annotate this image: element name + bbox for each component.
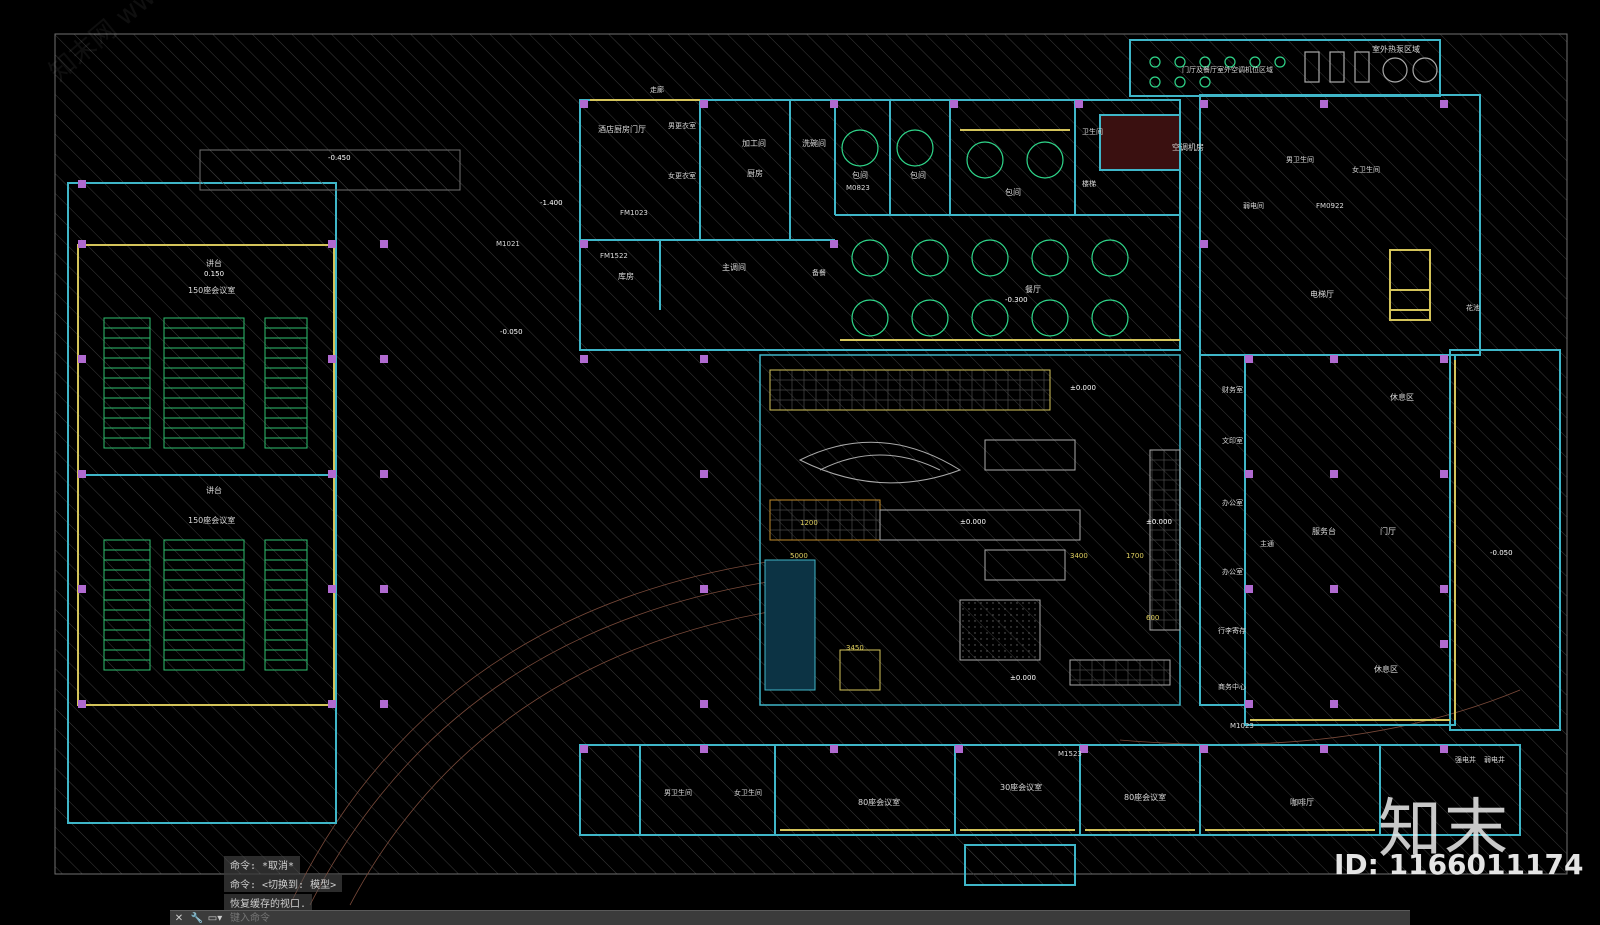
- command-history-line: 恢复缓存的视口.: [224, 894, 313, 911]
- door-tag: M0823: [846, 184, 870, 192]
- room-label: 主通: [1260, 539, 1274, 548]
- room-label: 咖啡厅: [1290, 797, 1314, 807]
- room-label: 库房: [618, 271, 634, 281]
- level-text: -0.050: [1490, 549, 1513, 557]
- dimension-text: 5000: [790, 552, 808, 560]
- room-label: 洗碗间: [802, 138, 826, 148]
- room-label: 弱电井: [1484, 755, 1505, 764]
- room-label: 包间: [852, 170, 868, 180]
- wrench-icon[interactable]: 🔧: [188, 911, 206, 925]
- room-label: 休息区: [1390, 392, 1414, 402]
- room-label: 80座会议室: [858, 797, 900, 807]
- room-label: 室外热泵区域: [1372, 44, 1420, 54]
- door-tag: M1523: [1058, 750, 1082, 758]
- room-label: 门厅: [1380, 526, 1396, 536]
- room-label: 强电井: [1455, 755, 1476, 764]
- dimension-text: 3450: [846, 644, 864, 652]
- room-label: 文印室: [1222, 436, 1243, 445]
- room-label: 加工间: [742, 138, 766, 148]
- room-label: 女卫生间: [1352, 165, 1380, 174]
- door-tag: FM1522: [600, 252, 628, 260]
- dimension-text: 1700: [1126, 552, 1144, 560]
- level-text: ±0.000: [1010, 674, 1036, 682]
- room-label: 女更衣室: [668, 171, 696, 180]
- room-label: 讲台: [206, 485, 222, 495]
- door-tag: FM1023: [620, 209, 648, 217]
- room-label: 弱电间: [1243, 201, 1264, 210]
- room-label: 楼梯: [1082, 179, 1096, 188]
- room-label: 花池: [1466, 303, 1480, 312]
- room-label: 男卫生间: [1286, 155, 1314, 164]
- room-label: 厨房: [747, 168, 763, 178]
- command-history: 命令: *取消* 命令: <切换到: 模型> 恢复缓存的视口.: [224, 856, 524, 911]
- room-label: 电梯厅: [1310, 289, 1334, 299]
- level-text: -0.050: [500, 328, 523, 336]
- room-label: 办公室: [1222, 567, 1243, 576]
- room-label: 办公室: [1222, 498, 1243, 507]
- room-label: 主调间: [722, 262, 746, 272]
- level-text: ±0.000: [1070, 384, 1096, 392]
- room-label: 门厅及餐厅室外空调机位区域: [1182, 65, 1273, 74]
- room-label: 餐厅: [1025, 285, 1041, 294]
- room-label: 备餐: [812, 268, 826, 277]
- dimension-text: 3400: [1070, 552, 1088, 560]
- room-label: 女卫生间: [734, 788, 762, 797]
- room-label: 空调机房: [1172, 142, 1204, 152]
- level-text: -0.450: [328, 154, 351, 162]
- cad-drawing-viewport[interactable]: 150座会议室 讲台 讲台 150座会议室 酒店厨房门厅 男更衣室 女更衣室 加…: [0, 0, 1600, 925]
- room-label: 30座会议室: [1000, 782, 1042, 792]
- level-text: -1.400: [540, 199, 563, 207]
- room-label: 150座会议室: [188, 285, 235, 295]
- floor-plan-canvas[interactable]: 150座会议室 讲台 讲台 150座会议室 酒店厨房门厅 男更衣室 女更衣室 加…: [0, 0, 1600, 924]
- room-label: 男卫生间: [664, 788, 692, 797]
- command-line-bar: ✕ 🔧 ▭▾: [170, 910, 1410, 925]
- command-prompt-icon[interactable]: ▭▾: [206, 911, 224, 925]
- dimension-text: 1200: [800, 519, 818, 527]
- level-text: 0.150: [204, 270, 224, 278]
- door-tag: M1023: [1230, 722, 1254, 730]
- door-tag: FM0922: [1316, 202, 1344, 210]
- room-label: 走廊: [650, 85, 664, 94]
- room-label: 酒店厨房门厅: [598, 124, 646, 134]
- room-label: 卫生间: [1082, 127, 1103, 136]
- room-label: 行李寄存: [1218, 626, 1246, 635]
- room-label: 包间: [1005, 187, 1021, 197]
- command-input[interactable]: [224, 911, 1410, 925]
- room-label: 商务中心: [1218, 682, 1246, 691]
- room-label: 男更衣室: [668, 121, 696, 130]
- level-text: -0.300: [1005, 296, 1028, 304]
- door-tag: M1021: [496, 240, 520, 248]
- watermark-id: ID: 1166011174: [1334, 848, 1584, 881]
- room-label: 包间: [910, 170, 926, 180]
- room-label: 财务室: [1222, 385, 1243, 394]
- room-label: 80座会议室: [1124, 792, 1166, 802]
- command-history-line: 命令: <切换到: 模型>: [224, 875, 343, 892]
- room-label: 讲台: [206, 258, 222, 268]
- level-text: ±0.000: [960, 518, 986, 526]
- room-label: 休息区: [1374, 664, 1398, 674]
- dimension-text: 600: [1146, 614, 1159, 622]
- close-icon[interactable]: ✕: [170, 911, 188, 925]
- room-label: 150座会议室: [188, 515, 235, 525]
- room-label: 服务台: [1312, 526, 1336, 536]
- command-history-line: 命令: *取消*: [224, 856, 301, 873]
- level-text: ±0.000: [1146, 518, 1172, 526]
